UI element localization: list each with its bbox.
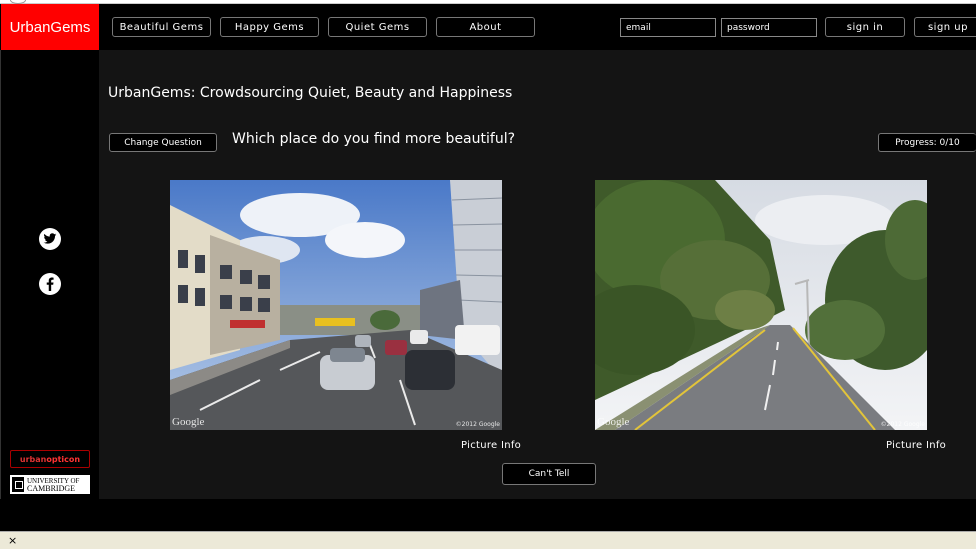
facebook-icon[interactable] xyxy=(39,273,61,295)
urbanopticon-logo[interactable]: urban opticon xyxy=(10,450,90,468)
question-text: Which place do you find more beautiful? xyxy=(232,131,516,147)
cambridge-crest-icon xyxy=(12,477,24,492)
google-watermark: Google xyxy=(172,416,205,428)
close-icon[interactable]: × xyxy=(8,534,17,547)
brand-name: UrbanGems xyxy=(9,18,91,36)
browser-top-edge xyxy=(0,0,976,4)
left-picture[interactable]: Google ©2012 Google xyxy=(170,180,502,430)
cambridge-logo-text: UNIVERSITY OF CAMBRIDGE xyxy=(27,477,79,493)
progress-indicator: Progress: 0/10 xyxy=(878,133,976,152)
nav-happy-gems[interactable]: Happy Gems xyxy=(220,17,319,37)
cambridge-line2: CAMBRIDGE xyxy=(27,483,76,493)
brand-logo[interactable]: UrbanGems xyxy=(1,4,99,50)
sign-up-button[interactable]: sign up xyxy=(914,17,976,37)
left-picture-info-link[interactable]: Picture Info xyxy=(461,440,521,451)
copyright-note: ©2012 Google xyxy=(880,421,925,428)
cambridge-logo[interactable]: UNIVERSITY OF CAMBRIDGE xyxy=(10,475,90,494)
password-field[interactable]: password xyxy=(721,18,817,37)
cant-tell-button[interactable]: Can't Tell xyxy=(502,463,596,485)
nav-about[interactable]: About xyxy=(436,17,535,37)
copyright-note: ©2012 Google xyxy=(455,421,500,428)
nav-quiet-gems[interactable]: Quiet Gems xyxy=(328,17,427,37)
status-bar: × xyxy=(0,531,976,549)
nav-beautiful-gems[interactable]: Beautiful Gems xyxy=(112,17,211,37)
left-sidebar xyxy=(0,50,99,499)
page-title: UrbanGems: Crowdsourcing Quiet, Beauty a… xyxy=(108,85,513,101)
right-picture[interactable]: Google ©2012 Google xyxy=(595,180,927,430)
urbanopticon-logo-part2: opticon xyxy=(46,454,81,464)
google-watermark: Google xyxy=(597,416,630,428)
right-picture-info-link[interactable]: Picture Info xyxy=(886,440,946,451)
urbanopticon-logo-part1: urban xyxy=(19,454,47,464)
twitter-icon[interactable] xyxy=(39,228,61,250)
change-question-button[interactable]: Change Question xyxy=(109,133,217,152)
email-field[interactable]: email xyxy=(620,18,716,37)
sign-in-button[interactable]: sign in xyxy=(825,17,905,37)
